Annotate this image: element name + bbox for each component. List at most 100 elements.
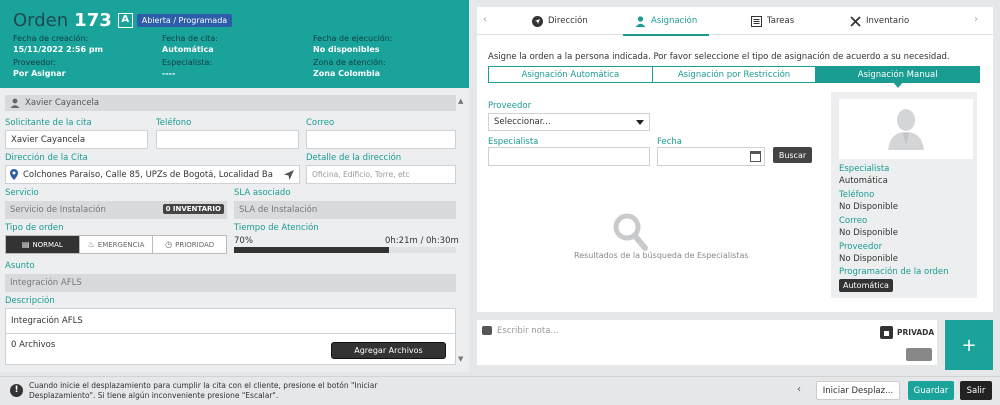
header-field-label: Fecha de cita: (162, 34, 218, 43)
card-telefono-label: Teléfono (839, 190, 875, 200)
tiempo-progress-bar (234, 247, 456, 253)
order-type-priority[interactable]: ◷ PRIORIDAD (153, 236, 226, 253)
card-especialista-value: Automática (839, 176, 888, 186)
header-field-appointment-date: Fecha de cita: Automática (162, 33, 218, 55)
header-field-value: No disponibles (313, 45, 380, 54)
servicio-field: Servicio de Instalación 0 INVENTARIO (5, 201, 227, 219)
programacion-badge: Automática (839, 279, 893, 292)
order-type-label: NORMAL (32, 240, 63, 249)
footer-message: Cuando inicie el desplazamiento para cum… (29, 381, 378, 400)
correo-input[interactable] (306, 130, 456, 149)
clock-icon: ◷ (165, 240, 173, 249)
tab-asignacion[interactable]: Asignación (622, 7, 710, 36)
order-type-emergency[interactable]: ♨ EMERGENCIA (80, 236, 154, 253)
assignment-instructions: Asigne la orden a la persona indicada. P… (488, 52, 950, 62)
fecha-label: Fecha (657, 137, 682, 147)
descripcion-label: Descripción (5, 296, 55, 306)
asunto-field: Integración AFLS (5, 274, 456, 292)
detalle-input[interactable]: Oficina, Edificio, Torre, etc (306, 165, 456, 184)
scroll-up-arrow-icon[interactable]: ▲ (458, 97, 463, 105)
direccion-input[interactable]: Colchones Paraíso, Calle 85, UPZs de Bog… (5, 165, 300, 184)
header-field-value: ---- (162, 69, 176, 78)
assignment-mode-automatic[interactable]: Asignación Automática (489, 67, 653, 82)
direccion-value: Colchones Paraíso, Calle 85, UPZs de Bog… (23, 169, 273, 180)
card-telefono-value: No Disponible (839, 202, 898, 212)
proveedor-label: Proveedor (488, 101, 532, 111)
sla-field: SLA de Instalación (234, 201, 456, 219)
fecha-input[interactable] (657, 147, 765, 166)
descripcion-box[interactable]: Integración AFLS 0 Archivos Agregar Arch… (5, 308, 456, 365)
person-placeholder-icon (888, 109, 924, 150)
header-field-label: Fecha de creación: (13, 34, 89, 43)
divider (6, 333, 455, 334)
chevron-left-icon[interactable]: ‹ (797, 384, 801, 395)
order-letter-badge: A (117, 13, 133, 28)
tiempo-progress-fill (234, 247, 390, 253)
requester-name: Xavier Cayancela (25, 98, 100, 108)
proveedor-select[interactable]: Seleccionar... (488, 113, 650, 131)
servicio-value: Servicio de Instalación (10, 205, 106, 215)
order-type-label: PRIORIDAD (175, 240, 215, 249)
header-field-value: Por Asignar (13, 69, 66, 78)
locate-arrow-icon[interactable] (284, 170, 294, 180)
tab-bar: ‹ Dirección Asignación Tareas Inventario… (477, 7, 993, 36)
start-travel-button[interactable]: Iniciar Desplaz... (816, 381, 900, 400)
private-toggle[interactable]: PRIVADA (880, 325, 934, 339)
card-especialista-label: Especialista (839, 164, 890, 174)
emoji-button[interactable] (906, 348, 932, 361)
calendar-icon[interactable] (750, 151, 761, 162)
order-detail-panel: Orden 173 A Abierta / Programada Fecha d… (0, 0, 469, 372)
order-title: Orden 173 A Abierta / Programada (13, 10, 233, 31)
flame-icon: ♨ (87, 240, 95, 249)
proveedor-selected: Seleccionar... (494, 117, 551, 127)
add-files-button[interactable]: Agregar Archivos (331, 342, 446, 359)
tab-direccion[interactable]: Dirección (532, 7, 588, 35)
note-composer: Escribir nota... PRIVADA (477, 320, 937, 365)
inventory-badge[interactable]: 0 INVENTARIO (162, 204, 224, 214)
detalle-label: Detalle de la dirección (306, 153, 402, 163)
tab-inventario[interactable]: Inventario (850, 7, 909, 35)
order-header: Orden 173 A Abierta / Programada Fecha d… (0, 0, 469, 88)
sla-label: SLA asociado (234, 188, 291, 198)
tiempo-value: 0h:21m / 0h:30m (385, 236, 459, 246)
save-button[interactable]: Guardar (908, 381, 954, 400)
user-icon (10, 98, 20, 108)
descripcion-value: Integración AFLS (11, 316, 83, 326)
tiempo-percent: 70% (234, 236, 253, 246)
order-type-label: EMERGENCIA (97, 240, 145, 249)
lock-icon (880, 325, 893, 339)
card-proveedor-value: No Disponible (839, 254, 898, 264)
scroll-down-arrow-icon[interactable]: ▼ (458, 355, 463, 363)
solicitante-input[interactable]: Xavier Cayancela (5, 130, 148, 149)
order-type-selector: ▤ NORMAL ♨ EMERGENCIA ◷ PRIORIDAD (5, 235, 227, 254)
search-button[interactable]: Buscar (773, 147, 812, 163)
tab-label: Inventario (866, 16, 910, 26)
tabs-prev-arrow-icon[interactable]: ‹ (483, 14, 487, 25)
exit-button[interactable]: Salir (960, 381, 992, 400)
asunto-label: Asunto (5, 261, 35, 271)
telefono-input[interactable] (156, 130, 299, 149)
order-word: Orden (13, 10, 69, 31)
telefono-label: Teléfono (156, 118, 192, 128)
card-correo-label: Correo (839, 216, 868, 226)
empty-results-text: Resultados de la búsqueda de Especialist… (574, 251, 749, 260)
add-note-button[interactable]: + (945, 320, 993, 370)
header-field-value: Zona Colombia (313, 69, 380, 78)
tab-label: Asignación (651, 16, 698, 26)
order-type-normal[interactable]: ▤ NORMAL (6, 236, 80, 253)
assignment-mode-manual[interactable]: Asignación Manual (816, 67, 980, 88)
especialista-input[interactable] (488, 147, 650, 166)
chat-bubble-icon (482, 326, 492, 335)
tiempo-label: Tiempo de Atención (234, 223, 319, 233)
tabs-next-arrow-icon[interactable]: › (974, 14, 978, 25)
header-field-label: Especialista: (162, 58, 213, 67)
tools-icon (850, 15, 861, 27)
note-input[interactable]: Escribir nota... (497, 326, 559, 336)
tab-tareas[interactable]: Tareas (751, 7, 794, 35)
assignment-mode-restriction[interactable]: Asignación por Restricción (652, 67, 817, 82)
tipo-orden-label: Tipo de orden (5, 223, 64, 233)
header-field-label: Fecha de ejecución: (313, 34, 393, 43)
chevron-down-icon (636, 119, 644, 125)
solicitante-label: Solicitante de la cita (5, 118, 92, 128)
header-field-created: Fecha de creación: 15/11/2022 2:56 pm (13, 33, 103, 55)
